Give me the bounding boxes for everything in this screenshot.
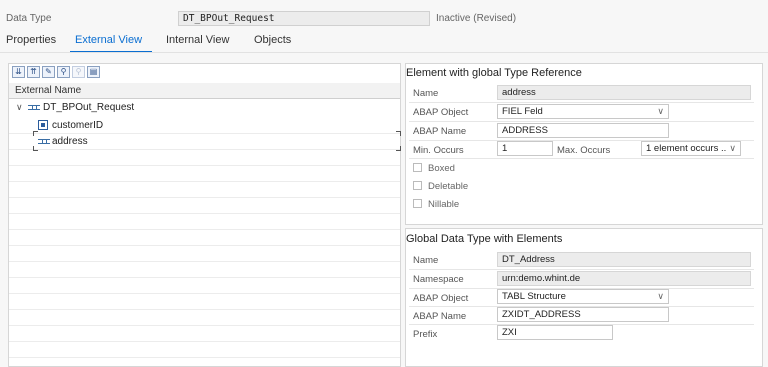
global-abap-object-value: TABL Structure bbox=[502, 291, 566, 302]
abap-name-label: ABAP Name bbox=[413, 311, 467, 322]
column-external-name: External Name bbox=[15, 85, 82, 96]
tree-row-label: DT_BPOut_Request bbox=[43, 102, 135, 113]
row-divider bbox=[409, 102, 754, 103]
chevron-down-icon[interactable]: ∨ bbox=[16, 100, 23, 115]
element-name-field: address bbox=[497, 85, 751, 100]
chevron-down-icon[interactable]: ∨ bbox=[727, 142, 736, 155]
status-text: Inactive (Revised) bbox=[436, 13, 517, 24]
namespace-field: urn:demo.whint.de bbox=[497, 271, 751, 286]
global-name-field: DT_Address bbox=[497, 252, 751, 267]
tree-row-address[interactable]: address bbox=[38, 134, 396, 149]
grid-line bbox=[9, 229, 400, 230]
grid-line bbox=[9, 261, 400, 262]
selection-corner bbox=[396, 146, 401, 151]
expand-all-icon[interactable]: ⇊ bbox=[12, 66, 25, 78]
selection-corner bbox=[33, 131, 38, 136]
name-label: Name bbox=[413, 255, 439, 266]
grid-line bbox=[9, 309, 400, 310]
tab-internal-view[interactable]: Internal View bbox=[166, 34, 229, 46]
selection-corner bbox=[396, 131, 401, 136]
min-occurs-label: Min. Occurs bbox=[413, 145, 464, 156]
max-occurs-select[interactable]: 1 element occurs ... ∨ bbox=[641, 141, 741, 156]
element-icon bbox=[38, 120, 48, 130]
search-icon[interactable]: ⚲ bbox=[57, 66, 70, 78]
grid-line bbox=[9, 149, 400, 150]
nillable-label: Nillable bbox=[428, 199, 460, 210]
grid-line bbox=[9, 165, 400, 166]
grid-line bbox=[9, 325, 400, 326]
tree-row-label: customerID bbox=[52, 120, 104, 131]
search-next-icon[interactable]: ⚲ bbox=[72, 66, 85, 78]
tab-properties[interactable]: Properties bbox=[6, 34, 56, 46]
global-abap-name-input[interactable]: ZXIDT_ADDRESS bbox=[497, 307, 669, 322]
tree-row-customerid[interactable]: customerID bbox=[38, 118, 396, 133]
tree-column-header: External Name bbox=[9, 83, 400, 99]
structure-icon bbox=[38, 139, 50, 144]
element-panel-title: Element with global Type Reference bbox=[406, 67, 582, 79]
prefix-input[interactable]: ZXI bbox=[497, 325, 613, 340]
grid-line bbox=[9, 277, 400, 278]
grid-line bbox=[9, 341, 400, 342]
grid-line bbox=[9, 181, 400, 182]
global-type-panel-title: Global Data Type with Elements bbox=[406, 233, 563, 245]
tab-divider bbox=[0, 52, 768, 53]
global-abap-object-select[interactable]: TABL Structure ∨ bbox=[497, 289, 669, 304]
abap-object-label: ABAP Object bbox=[413, 107, 469, 118]
nillable-checkbox[interactable] bbox=[413, 199, 422, 208]
tab-external-view[interactable]: External View bbox=[75, 34, 142, 46]
min-occurs-input[interactable]: 1 bbox=[497, 141, 553, 156]
details-icon[interactable]: ▤ bbox=[87, 66, 100, 78]
tree-row-root[interactable]: ∨ DT_BPOut_Request bbox=[16, 100, 396, 115]
grid-line bbox=[9, 197, 400, 198]
tree-row-label: address bbox=[52, 136, 88, 147]
grid-line bbox=[9, 213, 400, 214]
collapse-all-icon[interactable]: ⇈ bbox=[27, 66, 40, 78]
name-label: Name bbox=[413, 88, 439, 99]
grid-line bbox=[9, 245, 400, 246]
max-occurs-value: 1 element occurs ... bbox=[646, 143, 729, 154]
max-occurs-label: Max. Occurs bbox=[557, 145, 611, 156]
deletable-checkbox[interactable] bbox=[413, 181, 422, 190]
tab-bar: Properties External View Internal View O… bbox=[0, 30, 768, 53]
data-type-name-field: DT_BPOut_Request bbox=[178, 11, 430, 26]
prefix-label: Prefix bbox=[413, 329, 438, 340]
namespace-label: Namespace bbox=[413, 274, 464, 285]
data-type-label: Data Type bbox=[6, 13, 52, 24]
boxed-checkbox[interactable] bbox=[413, 163, 422, 172]
tab-objects[interactable]: Objects bbox=[254, 34, 291, 46]
abap-object-value: FIEL Feld bbox=[502, 106, 543, 117]
abap-object-label: ABAP Object bbox=[413, 293, 469, 304]
structure-icon bbox=[28, 105, 40, 110]
deletable-label: Deletable bbox=[428, 181, 469, 192]
row-divider bbox=[409, 121, 754, 122]
edit-icon[interactable]: ✎ bbox=[42, 66, 55, 78]
row-divider bbox=[409, 158, 754, 159]
boxed-label: Boxed bbox=[428, 163, 455, 174]
abap-name-input[interactable]: ADDRESS bbox=[497, 123, 669, 138]
abap-name-label: ABAP Name bbox=[413, 126, 467, 137]
row-divider bbox=[409, 269, 754, 270]
grid-line bbox=[9, 357, 400, 358]
chevron-down-icon[interactable]: ∨ bbox=[657, 290, 664, 303]
grid-line bbox=[9, 293, 400, 294]
chevron-down-icon[interactable]: ∨ bbox=[657, 105, 664, 118]
selection-corner bbox=[33, 146, 38, 151]
abap-object-select[interactable]: FIEL Feld ∨ bbox=[497, 104, 669, 119]
